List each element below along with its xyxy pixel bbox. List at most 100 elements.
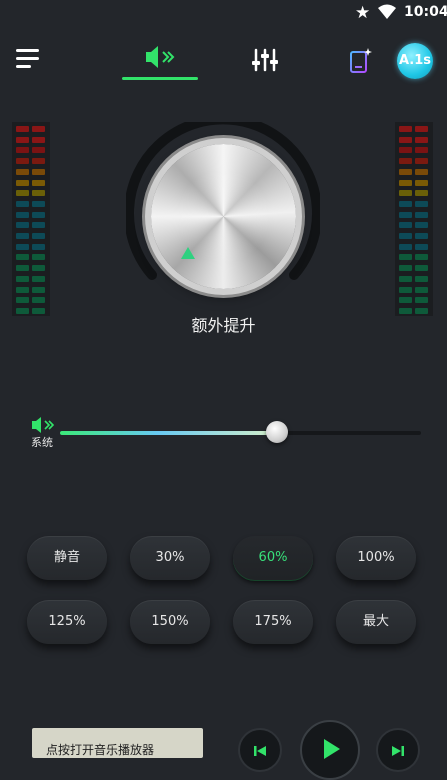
vu-meter-cell — [16, 190, 29, 197]
vu-meter-cell — [16, 158, 29, 165]
vu-meter-cell — [32, 275, 45, 282]
knob-label: 额外提升 — [191, 316, 256, 335]
vu-meter-cell — [16, 136, 29, 143]
knob-pointer-icon — [181, 247, 195, 259]
vu-meter-cell — [415, 254, 428, 261]
vu-meter-cell — [415, 243, 428, 250]
vu-meter-cell — [415, 275, 428, 282]
vu-meter-cell — [32, 147, 45, 154]
vu-meter-cell — [415, 158, 428, 165]
previous-track-button[interactable] — [238, 728, 282, 772]
active-tab-indicator — [122, 77, 198, 80]
next-track-icon — [392, 746, 404, 756]
vu-meter-cell — [32, 200, 45, 207]
vu-meter-cell — [16, 168, 29, 175]
speaker-volume-icon — [32, 417, 55, 433]
vu-meter-cell — [16, 147, 29, 154]
vu-meter-cell — [415, 168, 428, 175]
vu-meter-cell — [415, 222, 428, 229]
play-icon — [324, 739, 340, 759]
vu-meter-cell — [32, 158, 45, 165]
vu-meter-cell — [415, 179, 428, 186]
vu-meter-cell — [415, 211, 428, 218]
preset-button-100[interactable]: 100% — [336, 536, 416, 580]
vu-meter-cell — [399, 211, 412, 218]
vu-meter-cell — [16, 211, 29, 218]
preset-button-mute[interactable]: 静音 — [27, 536, 107, 580]
vu-meter-cell — [415, 136, 428, 143]
top-bar: A.1s — [0, 40, 447, 85]
volume-slider-fill — [60, 431, 277, 435]
vu-meter-cell — [415, 286, 428, 293]
vu-meter-cell — [415, 190, 428, 197]
preset-button-150[interactable]: 150% — [130, 600, 210, 644]
vu-meter-cell — [399, 243, 412, 250]
vu-meter-right — [395, 122, 433, 316]
vu-meter-cell — [399, 147, 412, 154]
vu-meter-cell — [415, 200, 428, 207]
preset-button-175[interactable]: 175% — [233, 600, 313, 644]
vu-meter-cell — [32, 297, 45, 304]
vu-meter-cell — [399, 190, 412, 197]
vu-meter-cell — [16, 286, 29, 293]
vu-meter-cell — [399, 275, 412, 282]
vu-meter-cell — [32, 168, 45, 175]
preset-button-30[interactable]: 30% — [130, 536, 210, 580]
equalizer-sliders-icon — [252, 48, 278, 72]
vu-meter-cell — [16, 200, 29, 207]
vu-meter-cell — [32, 190, 45, 197]
vu-meter-cell — [32, 222, 45, 229]
vu-meter-cell — [415, 297, 428, 304]
vu-meter-cell — [399, 233, 412, 239]
vu-meter-cell — [415, 126, 428, 132]
vu-meter-cell — [399, 168, 412, 175]
vu-meter-cell — [32, 243, 45, 250]
vu-meter-cell — [415, 265, 428, 272]
vu-meter-cell — [399, 254, 412, 261]
next-track-button[interactable] — [376, 728, 420, 772]
vu-meter-cell — [399, 222, 412, 229]
vu-meter-cell — [32, 179, 45, 186]
vu-meter-cell — [16, 222, 29, 229]
volume-slider-thumb[interactable] — [265, 421, 288, 443]
vu-meter-cell — [16, 126, 29, 132]
play-button[interactable] — [300, 720, 360, 780]
vu-meter-cell — [16, 179, 29, 186]
vu-meter-cell — [32, 254, 45, 261]
tab-equalizer[interactable] — [248, 45, 282, 75]
vu-meter-cell — [16, 265, 29, 272]
vu-meter-cell — [32, 265, 45, 272]
vu-meter-cell — [399, 265, 412, 272]
vu-meter-cell — [32, 136, 45, 143]
vu-meter-cell — [32, 233, 45, 239]
tab-volume[interactable] — [122, 40, 198, 80]
vu-meter-cell — [32, 211, 45, 218]
preset-button-max[interactable]: 最大 — [336, 600, 416, 644]
vu-meter-cell — [399, 200, 412, 207]
vu-meter-cell — [399, 286, 412, 293]
vu-meter-left — [12, 122, 50, 316]
status-bar: ★ 10:04 — [0, 0, 447, 26]
vu-meter-cell — [16, 275, 29, 282]
vu-meter-cell — [399, 179, 412, 186]
phone-theme-icon[interactable] — [346, 46, 374, 76]
wifi-icon — [378, 4, 396, 19]
volume-boost-knob[interactable] — [126, 122, 320, 289]
vu-meter-cell — [16, 243, 29, 250]
avatar[interactable]: A.1s — [397, 43, 433, 79]
vu-meter-cell — [399, 158, 412, 165]
vu-meter-cell — [415, 233, 428, 239]
status-time: 10:04 — [404, 4, 447, 20]
hamburger-menu-icon[interactable] — [16, 49, 42, 71]
speaker-volume-icon — [146, 46, 175, 68]
preset-button-125[interactable]: 125% — [27, 600, 107, 644]
vu-meter-cell — [32, 126, 45, 132]
vu-meter-cell — [32, 286, 45, 293]
preset-button-60[interactable]: 60% — [233, 536, 313, 580]
star-icon: ★ — [355, 3, 371, 23]
previous-track-icon — [254, 746, 266, 756]
vu-meter-cell — [399, 297, 412, 304]
vu-meter-cell — [16, 233, 29, 239]
vu-meter-cell — [16, 297, 29, 304]
vu-meter-cell — [399, 136, 412, 143]
